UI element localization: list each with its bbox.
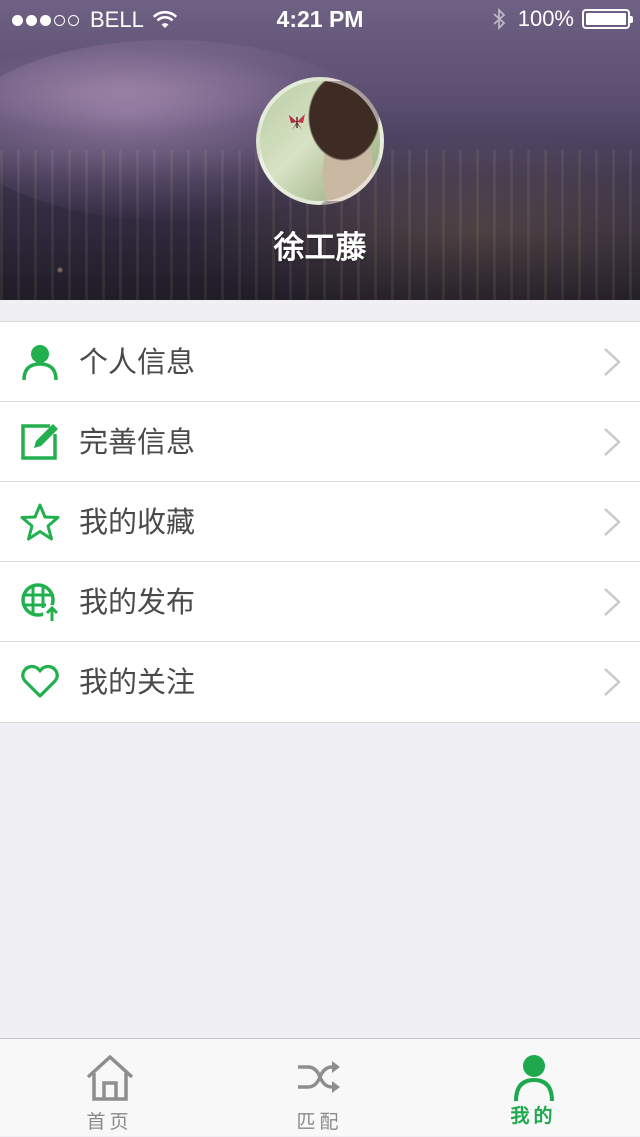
menu-item-favorites[interactable]: 我的收藏 xyxy=(0,482,640,562)
menu-item-my-posts[interactable]: 我的发布 xyxy=(0,562,640,642)
tab-label: 首页 xyxy=(86,1111,133,1133)
bluetooth-icon xyxy=(493,7,506,31)
menu-item-personal-info[interactable]: 个人信息 xyxy=(0,322,640,402)
menu-item-label: 我的关注 xyxy=(79,665,196,699)
menu-item-label: 我的收藏 xyxy=(79,505,196,539)
menu-item-label: 我的发布 xyxy=(79,585,196,619)
menu-item-label: 个人信息 xyxy=(79,345,196,379)
battery-icon xyxy=(582,9,633,29)
home-icon xyxy=(86,1055,133,1101)
person-icon xyxy=(513,1055,554,1102)
menu-item-following[interactable]: 我的关注 xyxy=(0,642,640,722)
status-bar: BELL 4:21 PM 100% xyxy=(0,0,640,40)
tab-label: 我的 xyxy=(510,1105,557,1127)
menu-item-label: 完善信息 xyxy=(79,425,196,459)
globe-upload-icon xyxy=(21,583,60,622)
tab-mine[interactable]: 我的 xyxy=(427,1039,640,1137)
profile-menu: 个人信息 完善信息 我的收藏 我的发布 我的关注 xyxy=(0,321,640,723)
avatar[interactable] xyxy=(256,77,384,205)
heart-icon xyxy=(21,664,59,698)
person-icon xyxy=(22,345,58,381)
chevron-right-icon xyxy=(604,508,621,536)
chevron-right-icon xyxy=(604,428,621,456)
battery-percent: 100% xyxy=(517,6,574,31)
butterfly-decoration-icon xyxy=(289,114,305,130)
edit-icon xyxy=(21,424,58,460)
tab-bar: 首页 匹配 我的 xyxy=(0,1038,640,1136)
chevron-right-icon xyxy=(604,588,621,616)
username: 徐工藤 xyxy=(273,230,367,266)
tab-label: 匹配 xyxy=(296,1111,343,1133)
tab-match[interactable]: 匹配 xyxy=(213,1039,426,1137)
chevron-right-icon xyxy=(604,348,621,376)
star-icon xyxy=(20,503,60,541)
chevron-right-icon xyxy=(604,668,621,696)
tab-home[interactable]: 首页 xyxy=(3,1039,216,1137)
profile-header: BELL 4:21 PM 100% 徐工藤 xyxy=(0,0,640,300)
menu-item-complete-info[interactable]: 完善信息 xyxy=(0,402,640,482)
shuffle-icon xyxy=(297,1061,340,1093)
